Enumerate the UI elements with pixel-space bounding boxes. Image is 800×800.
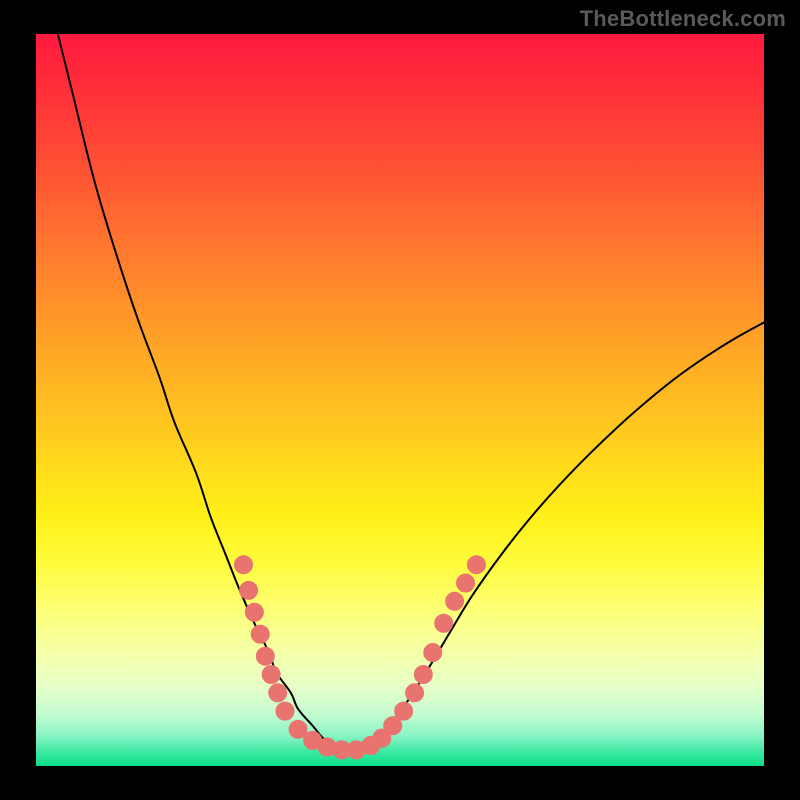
watermark-label: TheBottleneck.com: [580, 6, 786, 32]
data-point: [234, 556, 252, 574]
data-point: [384, 717, 402, 735]
data-point: [435, 614, 453, 632]
bottleneck-curve: [58, 34, 764, 752]
data-point: [269, 684, 287, 702]
data-point: [262, 666, 280, 684]
data-point: [256, 647, 274, 665]
data-point: [414, 666, 432, 684]
chart-svg: [36, 34, 764, 766]
data-point: [251, 625, 269, 643]
scatter-dots: [234, 556, 485, 759]
data-point: [245, 603, 263, 621]
data-point: [240, 581, 258, 599]
data-point: [467, 556, 485, 574]
data-point: [446, 592, 464, 610]
data-point: [424, 644, 442, 662]
data-point: [406, 684, 424, 702]
chart-canvas: TheBottleneck.com: [0, 0, 800, 800]
data-point: [395, 702, 413, 720]
data-point: [457, 574, 475, 592]
data-point: [276, 702, 294, 720]
plot-area: [36, 34, 764, 766]
